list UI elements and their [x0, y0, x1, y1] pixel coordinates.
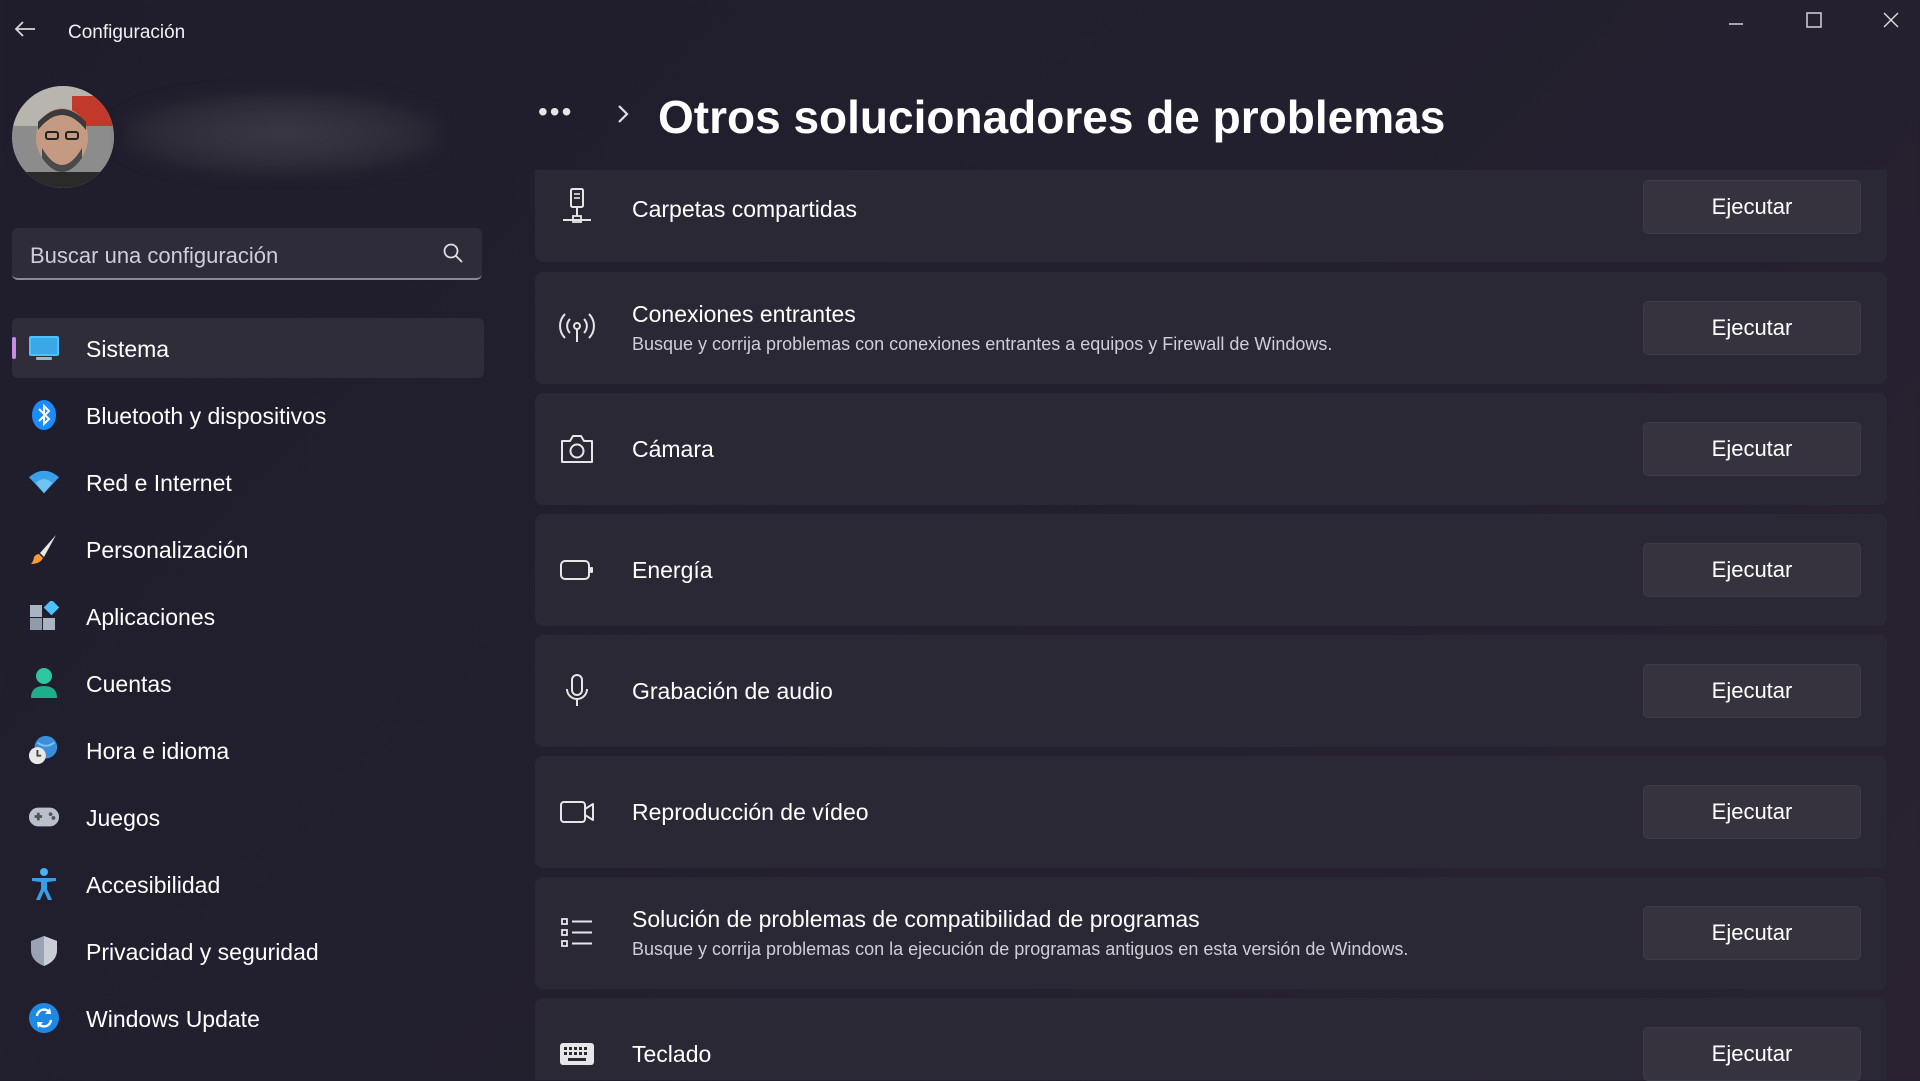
troubleshooter-title: Energía: [632, 557, 713, 583]
troubleshooter-title: Reproducción de vídeo: [632, 799, 869, 825]
apps-icon: [28, 600, 60, 632]
run-button[interactable]: Ejecutar: [1643, 301, 1861, 355]
title-bar: Configuración: [0, 0, 1920, 64]
sidebar-item-label: Red e Internet: [86, 470, 232, 496]
troubleshooter-title: Solución de problemas de compatibilidad …: [632, 906, 1200, 932]
troubleshooter-item: Conexiones entrantes Busque y corrija pr…: [535, 272, 1887, 384]
sidebar-item-label: Sistema: [86, 336, 170, 362]
camera-icon: [559, 431, 595, 467]
maximize-button[interactable]: [1784, 4, 1844, 36]
sidebar-item-cuentas[interactable]: Cuentas: [12, 653, 484, 713]
gamepad-icon: [28, 801, 60, 833]
sidebar-item-aplicaciones[interactable]: Aplicaciones: [12, 586, 484, 646]
back-arrow-icon: [14, 21, 35, 37]
search-icon[interactable]: [442, 242, 464, 264]
troubleshooter-item: Cámara Ejecutar: [535, 393, 1887, 505]
microphone-icon: [559, 673, 595, 709]
keyboard-icon: [559, 1036, 595, 1072]
run-button[interactable]: Ejecutar: [1643, 180, 1861, 234]
sidebar-item-juegos[interactable]: Juegos: [12, 787, 484, 847]
list-icon: [559, 915, 595, 951]
run-button[interactable]: Ejecutar: [1643, 1027, 1861, 1081]
clock-globe-icon: [28, 734, 60, 766]
sidebar-item-privacidad[interactable]: Privacidad y seguridad: [12, 921, 484, 981]
shared-folder-icon: [559, 188, 595, 224]
minimize-button[interactable]: [1706, 4, 1766, 36]
active-indicator: [12, 337, 16, 359]
sidebar-item-label: Hora e idioma: [86, 738, 230, 764]
sidebar-item-windows-update[interactable]: Windows Update: [12, 988, 484, 1048]
app-title: Configuración: [68, 22, 186, 43]
sidebar-item-label: Aplicaciones: [86, 604, 216, 630]
troubleshooter-item: Reproducción de vídeo Ejecutar: [535, 756, 1887, 868]
search-input[interactable]: Buscar una configuración: [30, 243, 278, 269]
sidebar-item-sistema[interactable]: Sistema: [12, 318, 484, 378]
sidebar-item-label: Personalización: [86, 537, 249, 563]
user-name-blurred: [122, 92, 442, 176]
sidebar-item-label: Accesibilidad: [86, 872, 221, 898]
avatar: [12, 86, 114, 188]
sidebar-item-label: Bluetooth y dispositivos: [86, 403, 327, 429]
sidebar-item-label: Windows Update: [86, 1006, 260, 1032]
account-icon: [28, 667, 60, 699]
close-button[interactable]: [1861, 4, 1920, 36]
run-button[interactable]: Ejecutar: [1643, 543, 1861, 597]
chevron-right-icon: [618, 105, 629, 123]
maximize-icon: [1806, 12, 1822, 28]
sidebar-item-bluetooth[interactable]: Bluetooth y dispositivos: [12, 385, 484, 445]
troubleshooter-item: Carpetas compartidas Ejecutar: [535, 170, 1887, 262]
troubleshooter-description: Busque y corrija problemas con la ejecuc…: [632, 939, 1409, 959]
troubleshooter-description: Busque y corrija problemas con conexione…: [632, 334, 1333, 354]
update-icon: [28, 1002, 60, 1034]
sidebar-item-hora[interactable]: Hora e idioma: [12, 720, 484, 780]
run-button[interactable]: Ejecutar: [1643, 664, 1861, 718]
accessibility-icon: [28, 868, 60, 900]
sidebar-item-label: Cuentas: [86, 671, 172, 697]
troubleshooter-item: Solución de problemas de compatibilidad …: [535, 877, 1887, 989]
video-icon: [559, 794, 595, 830]
troubleshooter-title: Conexiones entrantes: [632, 301, 856, 327]
search-box[interactable]: Buscar una configuración: [12, 228, 482, 280]
troubleshooter-item: Teclado Ejecutar: [535, 998, 1887, 1081]
sidebar-nav: Sistema Bluetooth y dispositivos Red e I…: [12, 318, 484, 1055]
battery-icon: [559, 552, 595, 588]
troubleshooter-item: Grabación de audio Ejecutar: [535, 635, 1887, 747]
troubleshooter-item: Energía Ejecutar: [535, 514, 1887, 626]
run-button[interactable]: Ejecutar: [1643, 422, 1861, 476]
sidebar-item-label: Privacidad y seguridad: [86, 939, 319, 965]
close-icon: [1883, 12, 1899, 28]
monitor-icon: [28, 332, 60, 364]
page-title: Otros solucionadores de problemas: [658, 91, 1446, 143]
run-button[interactable]: Ejecutar: [1643, 906, 1861, 960]
wifi-icon: [28, 466, 60, 498]
troubleshooter-title: Teclado: [632, 1041, 712, 1067]
breadcrumb-more-button[interactable]: •••: [538, 96, 573, 128]
troubleshooter-title: Grabación de audio: [632, 678, 833, 704]
troubleshooter-title: Carpetas compartidas: [632, 196, 857, 222]
run-button[interactable]: Ejecutar: [1643, 785, 1861, 839]
sidebar-item-personalizacion[interactable]: Personalización: [12, 519, 484, 579]
sidebar-item-accesibilidad[interactable]: Accesibilidad: [12, 854, 484, 914]
brush-icon: [28, 533, 60, 565]
shield-icon: [28, 935, 60, 967]
sidebar-item-red[interactable]: Red e Internet: [12, 452, 484, 512]
sidebar-item-label: Juegos: [86, 805, 161, 831]
minimize-icon: [1729, 23, 1743, 25]
broadcast-icon: [559, 310, 595, 346]
troubleshooter-title: Cámara: [632, 436, 714, 462]
bluetooth-icon: [28, 399, 60, 431]
back-button[interactable]: [10, 14, 40, 44]
